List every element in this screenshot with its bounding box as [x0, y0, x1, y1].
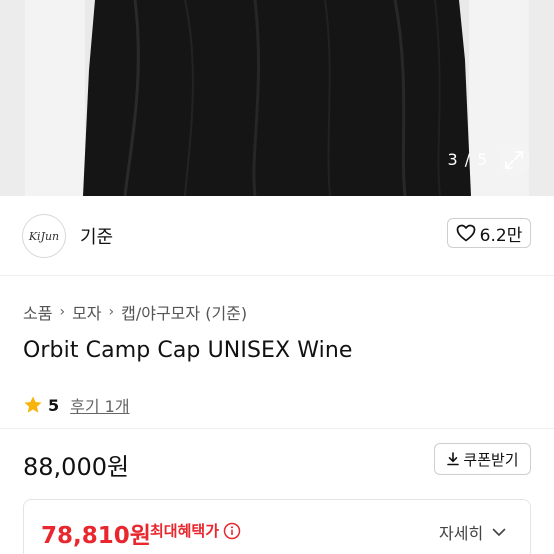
benefit-label: 최대혜택가 [150, 522, 220, 540]
benefit-price: 78,810원 [41, 523, 151, 549]
seller-avatar[interactable]: KiJun [22, 214, 66, 258]
product-price: 88,000원 [23, 453, 130, 481]
product-title: Orbit Camp Cap UNISEX Wine [23, 338, 353, 363]
chevron-right-icon: › [108, 304, 115, 320]
breadcrumb: 소품 › 모자 › 캡/야구모자 (기준) [23, 300, 247, 324]
seller-row: KiJun 기준 6.2만 [0, 196, 554, 276]
rating-row: 5 후기 1개 [23, 393, 130, 417]
review-link[interactable]: 후기 1개 [70, 393, 129, 417]
max-benefit-box[interactable]: 78,810원 최대혜택가 자세히 [23, 499, 531, 554]
info-icon[interactable] [223, 522, 241, 540]
detail-toggle[interactable]: 자세히 [439, 520, 507, 544]
expand-button[interactable] [498, 144, 530, 176]
seller-name[interactable]: 기준 [80, 223, 113, 249]
expand-icon [505, 151, 523, 169]
rating-score: 5 [48, 395, 60, 415]
breadcrumb-item[interactable]: 모자 [72, 300, 101, 324]
avatar-logo-text: KiJun [28, 229, 60, 243]
benefit-label-group: 최대혜택가 [150, 520, 241, 541]
chevron-down-icon [492, 528, 506, 536]
like-button[interactable]: 6.2만 [447, 218, 531, 248]
chevron-right-icon: › [59, 304, 66, 320]
heart-icon [456, 224, 476, 242]
star-icon [24, 396, 42, 413]
download-icon [447, 452, 460, 466]
detail-label: 자세히 [439, 524, 484, 543]
coupon-label: 쿠폰받기 [463, 450, 519, 469]
breadcrumb-item[interactable]: 캡/야구모자 (기준) [121, 300, 247, 324]
breadcrumb-item[interactable]: 소품 [23, 300, 52, 324]
price-row: 88,000원 쿠폰받기 [0, 428, 554, 490]
product-image-gallery[interactable]: 3 / 5 [0, 0, 554, 196]
image-counter: 3 / 5 [447, 150, 489, 169]
coupon-button[interactable]: 쿠폰받기 [434, 443, 531, 475]
like-count: 6.2만 [479, 225, 523, 246]
